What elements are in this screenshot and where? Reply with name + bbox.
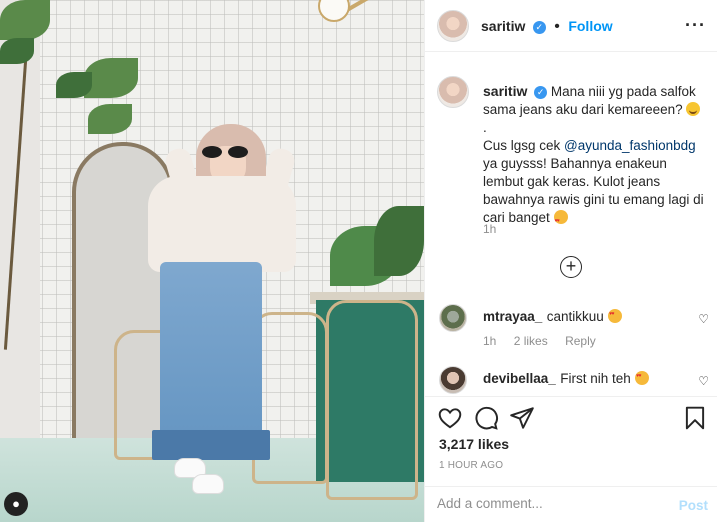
photo-sweater [148, 176, 296, 272]
caption-line-3-suffix: ya guysss! Bahannya enakeun lembut gak k… [483, 156, 704, 225]
heart-icon[interactable] [437, 405, 463, 431]
photo-plant-leaf [88, 104, 132, 134]
photo-lamp [318, 0, 350, 22]
post-side-panel: saritiw ✓ • Follow ··· saritiw ✓ Mana ni… [424, 0, 717, 522]
photo-shoe [192, 474, 224, 494]
paper-plane-icon[interactable] [509, 405, 535, 431]
photo-plant-leaf [0, 0, 50, 40]
comment-likes[interactable]: 2 likes [514, 334, 548, 348]
photo-plant-leaf [84, 58, 138, 98]
verified-check-icon: ✓ [532, 21, 546, 34]
comment-meta: 1h 2 likes Reply [483, 334, 610, 348]
follow-separator: • [554, 18, 560, 35]
photo-chair [326, 300, 418, 500]
comment-like-heart-icon[interactable]: ♡ [698, 374, 709, 388]
heart-eyes-emoji-icon [553, 210, 568, 230]
caption-line-3-prefix: Cus lgsg cek [483, 138, 565, 153]
comment-like-heart-icon[interactable]: ♡ [698, 312, 709, 326]
photo-plant-leaf [0, 38, 34, 64]
caption-time[interactable]: 1h [483, 222, 496, 236]
comment-username[interactable]: devibellaa_ [483, 371, 556, 386]
ellipsis-icon[interactable]: ··· [685, 16, 706, 34]
post-photo[interactable]: ● [0, 0, 424, 522]
follow-button[interactable]: Follow [568, 18, 612, 34]
plus-circle-icon[interactable]: + [560, 256, 582, 278]
add-comment-bar: Post [425, 486, 717, 522]
author-username[interactable]: saritiw [481, 18, 525, 34]
likes-count[interactable]: 3,217 likes [439, 436, 509, 452]
comment-bubble-icon[interactable] [473, 405, 499, 431]
verified-check-icon: ✓ [534, 86, 548, 99]
author-line: saritiw ✓ • Follow [481, 18, 613, 36]
post-time-ago[interactable]: 1 HOUR AGO [439, 460, 503, 471]
comment-text: cantikkuu [546, 309, 604, 324]
caption-line-2: . [483, 120, 487, 135]
caption-mention[interactable]: @ayunda_fashionbdg [564, 138, 696, 153]
comment-username[interactable]: mtrayaa_ [483, 309, 542, 324]
comment-input[interactable] [437, 496, 657, 511]
caption-username[interactable]: saritiw [483, 83, 527, 99]
comment-text: First nih teh [560, 371, 631, 386]
comment-avatar[interactable] [439, 366, 467, 394]
caption: saritiw ✓ Mana niii yg pada salfok sama … [483, 82, 708, 230]
comment-reply-button[interactable]: Reply [565, 334, 596, 348]
smiling-emoji-icon [686, 102, 701, 116]
comment-time[interactable]: 1h [483, 334, 496, 348]
photo-jeans-hem [152, 430, 270, 460]
photo-plant-leaf [56, 72, 92, 98]
bookmark-icon[interactable] [682, 405, 708, 431]
caption-avatar[interactable] [437, 76, 469, 108]
comment-avatar[interactable] [439, 304, 467, 332]
post-actions [425, 396, 717, 438]
photo-tag-icon[interactable]: ● [4, 492, 28, 516]
author-avatar[interactable] [437, 10, 469, 42]
photo-sunglasses [200, 146, 252, 158]
post-header: saritiw ✓ • Follow ··· [425, 0, 717, 52]
heart-eyes-emoji-icon [608, 309, 623, 323]
photo-plant-leaf [374, 206, 424, 276]
heart-eyes-emoji-icon [635, 371, 650, 385]
post-comment-button[interactable]: Post [679, 498, 708, 513]
